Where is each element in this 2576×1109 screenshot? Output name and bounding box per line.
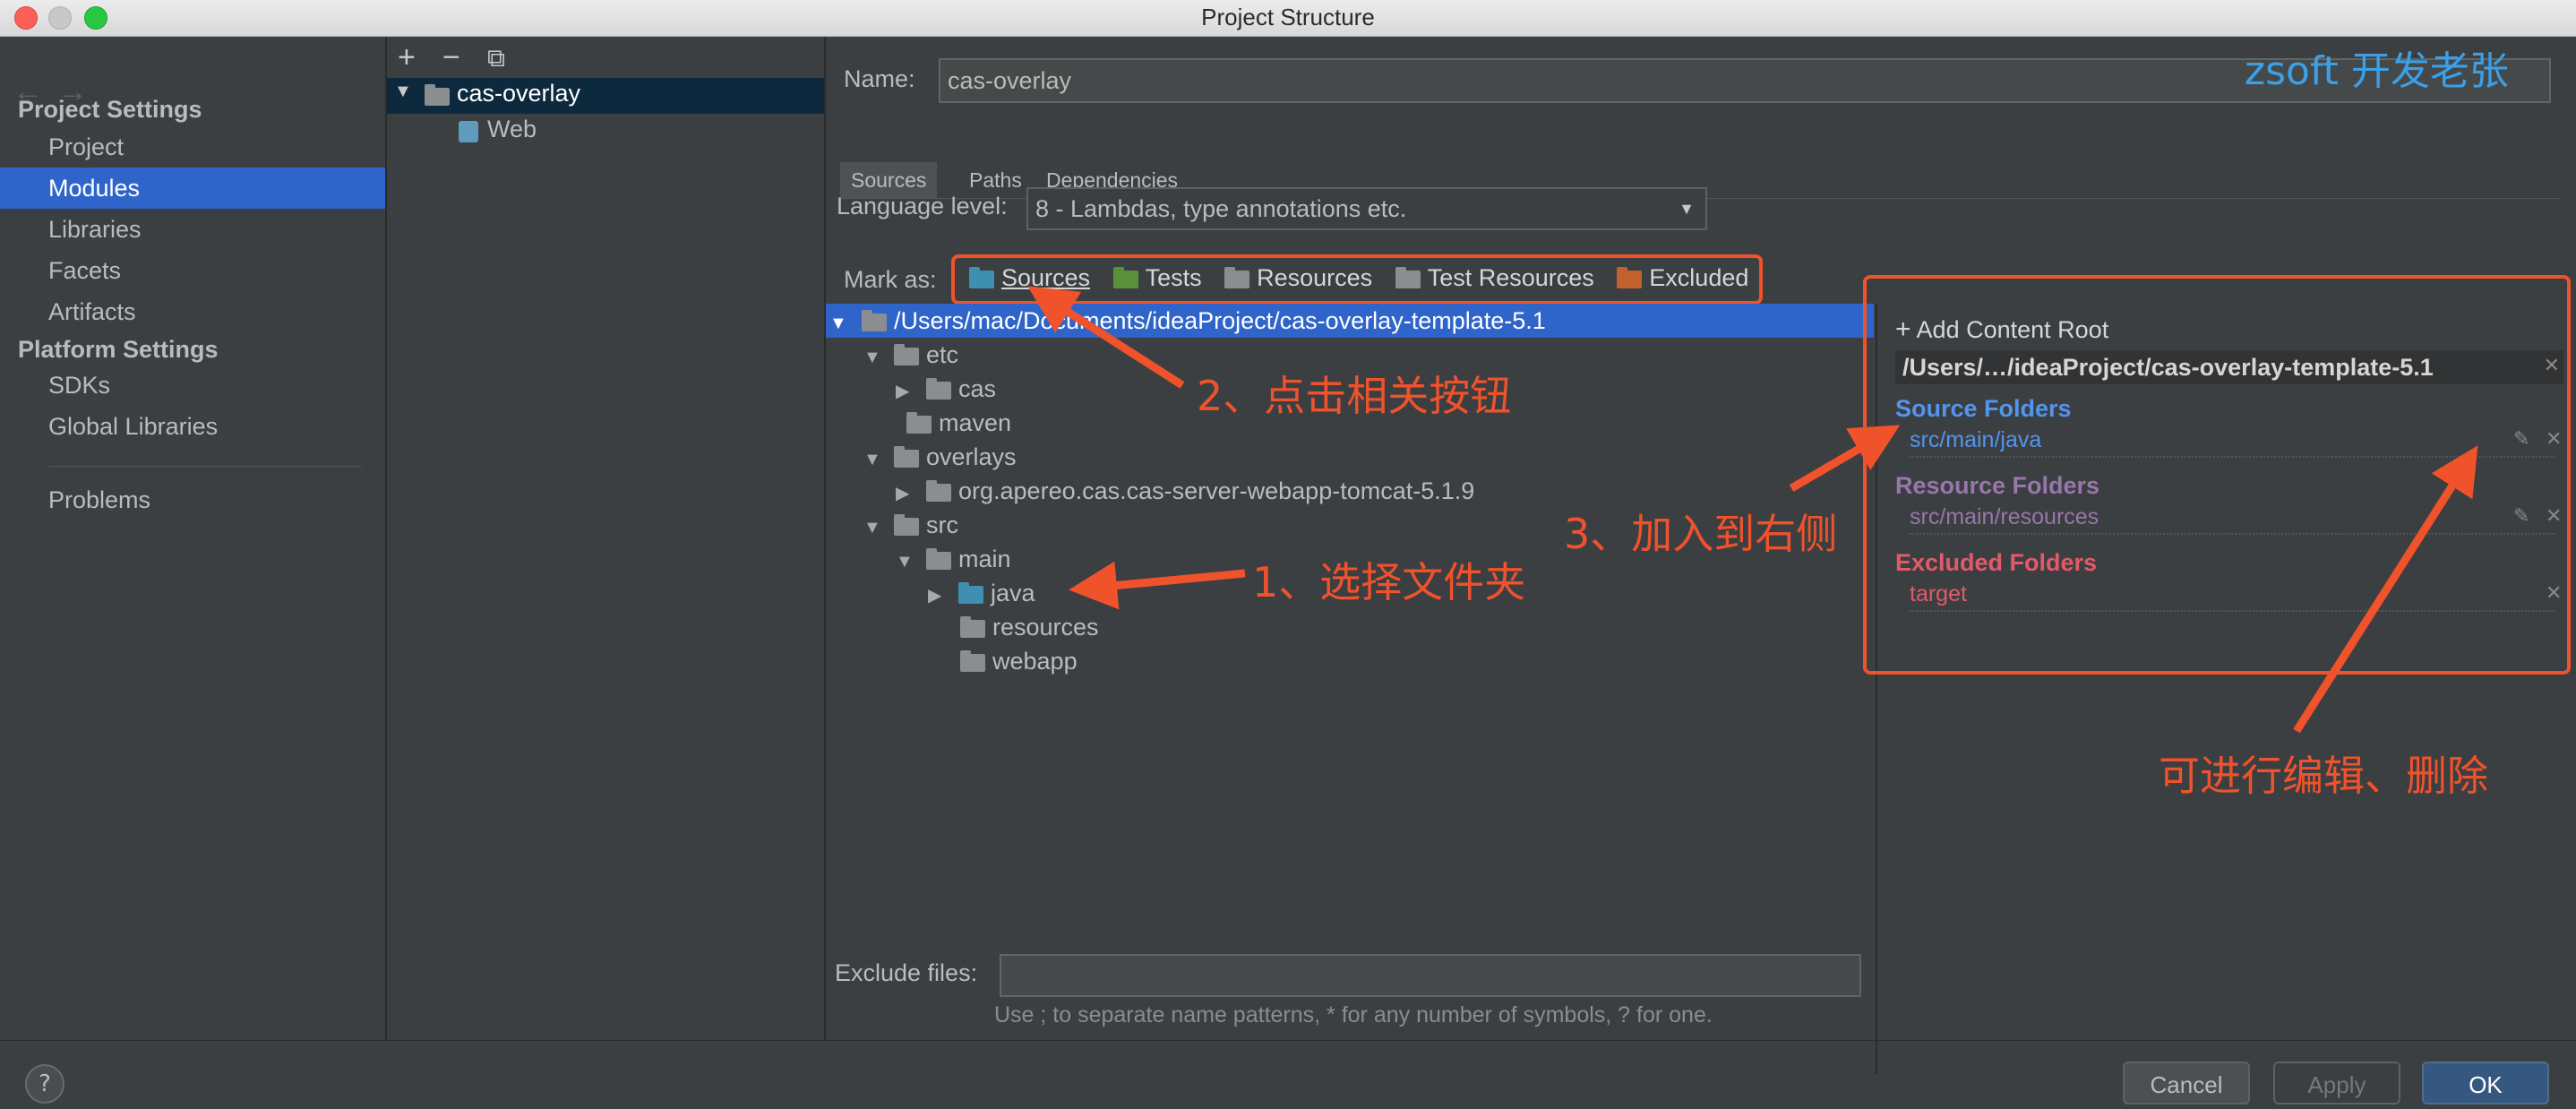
annotation-step1: 1、选择文件夹 [1252, 558, 1526, 606]
apply-button[interactable]: Apply [2273, 1062, 2400, 1105]
ok-button[interactable]: OK [2422, 1062, 2549, 1105]
footer-divider [0, 1040, 2576, 1041]
arrow-step1 [1069, 561, 1246, 610]
annotation-step2: 2、点击相关按钮 [1197, 372, 1512, 420]
arrow-step3 [1789, 425, 1901, 492]
cancel-button[interactable]: Cancel [2123, 1062, 2250, 1105]
arrow-step2 [1027, 286, 1185, 389]
annotation-edit-delete: 可进行编辑、删除 [2159, 752, 2488, 800]
help-button[interactable]: ? [25, 1064, 64, 1104]
arrow-edit-delete [2293, 445, 2478, 734]
annotation-step3: 3、加入到右侧 [1564, 510, 1838, 558]
